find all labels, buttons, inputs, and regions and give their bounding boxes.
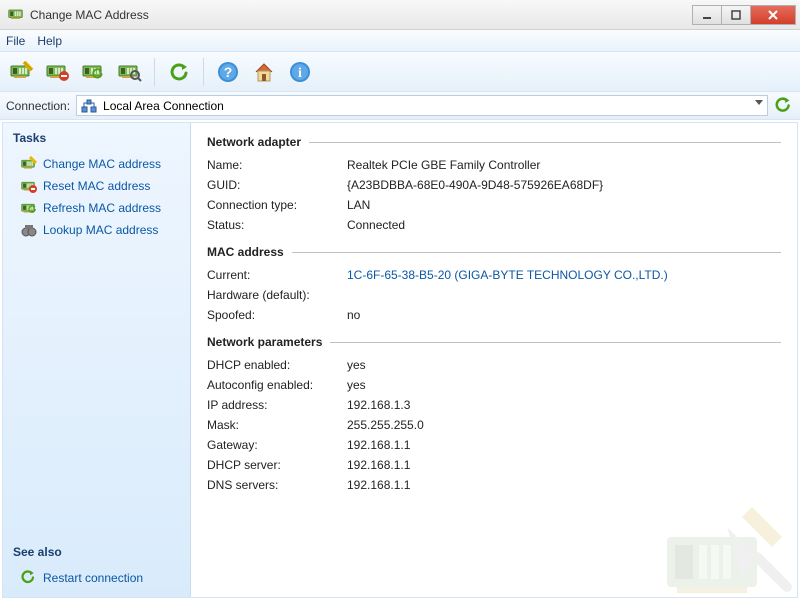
adapter-name-value: Realtek PCIe GBE Family Controller — [347, 158, 540, 172]
toolbar-separator — [154, 58, 155, 86]
task-label: Refresh MAC address — [43, 201, 161, 215]
svg-text:?: ? — [224, 64, 233, 80]
reset-mac-button[interactable] — [42, 56, 74, 88]
titlebar: Change MAC Address — [0, 0, 800, 30]
window-title: Change MAC Address — [30, 8, 693, 22]
seealso-restart-connection[interactable]: Restart connection — [13, 567, 180, 589]
connection-label: Connection: — [6, 99, 70, 113]
net-dns-label: DNS servers: — [207, 478, 347, 492]
section-title: MAC address — [207, 245, 284, 259]
watermark-icon — [657, 477, 797, 597]
close-button[interactable] — [750, 5, 796, 25]
seealso-header: See also — [13, 545, 180, 559]
mac-current-label: Current: — [207, 268, 347, 282]
net-dhcpsrv-label: DHCP server: — [207, 458, 347, 472]
adapter-status-label: Status: — [207, 218, 347, 232]
menu-file[interactable]: File — [6, 34, 25, 48]
adapter-status-value: Connected — [347, 218, 405, 232]
task-label: Change MAC address — [43, 157, 161, 171]
adapter-name-label: Name: — [207, 158, 347, 172]
net-mask-label: Mask: — [207, 418, 347, 432]
net-auto-label: Autoconfig enabled: — [207, 378, 347, 392]
nic-edit-icon — [21, 156, 37, 172]
net-dhcpsrv-value: 192.168.1.1 — [347, 458, 410, 472]
big-refresh-button[interactable] — [163, 56, 195, 88]
seealso-label: Restart connection — [43, 571, 143, 585]
help-button[interactable]: ? — [212, 56, 244, 88]
mac-hardware-label: Hardware (default): — [207, 288, 347, 302]
connection-row: Connection: Local Area Connection — [0, 92, 800, 120]
task-lookup-mac[interactable]: Lookup MAC address — [13, 219, 180, 241]
net-dns-value: 192.168.1.1 — [347, 478, 410, 492]
refresh-icon — [21, 570, 37, 586]
task-change-mac[interactable]: Change MAC address — [13, 153, 180, 175]
maximize-button[interactable] — [721, 5, 751, 25]
net-auto-value: yes — [347, 378, 366, 392]
nic-reset-icon — [21, 178, 37, 194]
net-gw-value: 192.168.1.1 — [347, 438, 410, 452]
task-reset-mac[interactable]: Reset MAC address — [13, 175, 180, 197]
task-label: Reset MAC address — [43, 179, 150, 193]
menu-help[interactable]: Help — [37, 34, 62, 48]
minimize-button[interactable] — [692, 5, 722, 25]
section-title: Network adapter — [207, 135, 301, 149]
toolbar-separator — [203, 58, 204, 86]
mac-spoofed-value: no — [347, 308, 360, 322]
svg-text:i: i — [298, 66, 302, 81]
window-controls — [693, 5, 796, 25]
net-dhcp-value: yes — [347, 358, 366, 372]
dropdown-arrow-icon — [755, 100, 763, 105]
mac-current-value[interactable]: 1C-6F-65-38-B5-20 (GIGA-BYTE TECHNOLOGY … — [347, 268, 668, 282]
net-ip-label: IP address: — [207, 398, 347, 412]
menubar: File Help — [0, 30, 800, 52]
net-ip-value: 192.168.1.3 — [347, 398, 410, 412]
section-title: Network parameters — [207, 335, 322, 349]
task-label: Lookup MAC address — [43, 223, 158, 237]
net-dhcp-label: DHCP enabled: — [207, 358, 347, 372]
connection-dropdown[interactable]: Local Area Connection — [76, 95, 768, 116]
section-network-parameters: Network parameters — [207, 335, 781, 349]
section-mac-address: MAC address — [207, 245, 781, 259]
net-gw-label: Gateway: — [207, 438, 347, 452]
about-button[interactable]: i — [284, 56, 316, 88]
home-button[interactable] — [248, 56, 280, 88]
lookup-mac-button[interactable] — [114, 56, 146, 88]
binoculars-icon — [21, 222, 37, 238]
connection-icon — [81, 98, 97, 114]
tasks-header: Tasks — [13, 131, 180, 145]
refresh-connections-button[interactable] — [774, 96, 794, 116]
refresh-mac-button[interactable] — [78, 56, 110, 88]
change-mac-button[interactable] — [6, 56, 38, 88]
app-icon — [8, 7, 24, 23]
connection-value: Local Area Connection — [103, 99, 224, 113]
adapter-guid-label: GUID: — [207, 178, 347, 192]
adapter-conntype-label: Connection type: — [207, 198, 347, 212]
net-mask-value: 255.255.255.0 — [347, 418, 424, 432]
toolbar: ? i — [0, 52, 800, 92]
adapter-conntype-value: LAN — [347, 198, 370, 212]
task-refresh-mac[interactable]: Refresh MAC address — [13, 197, 180, 219]
body: Tasks Change MAC address Reset MAC addre… — [2, 122, 798, 598]
sidebar: Tasks Change MAC address Reset MAC addre… — [3, 123, 191, 597]
nic-refresh-icon — [21, 200, 37, 216]
mac-spoofed-label: Spoofed: — [207, 308, 347, 322]
main-panel: Network adapter Name:Realtek PCIe GBE Fa… — [191, 123, 797, 597]
adapter-guid-value: {A23BDBBA-68E0-490A-9D48-575926EA68DF} — [347, 178, 603, 192]
section-network-adapter: Network adapter — [207, 135, 781, 149]
